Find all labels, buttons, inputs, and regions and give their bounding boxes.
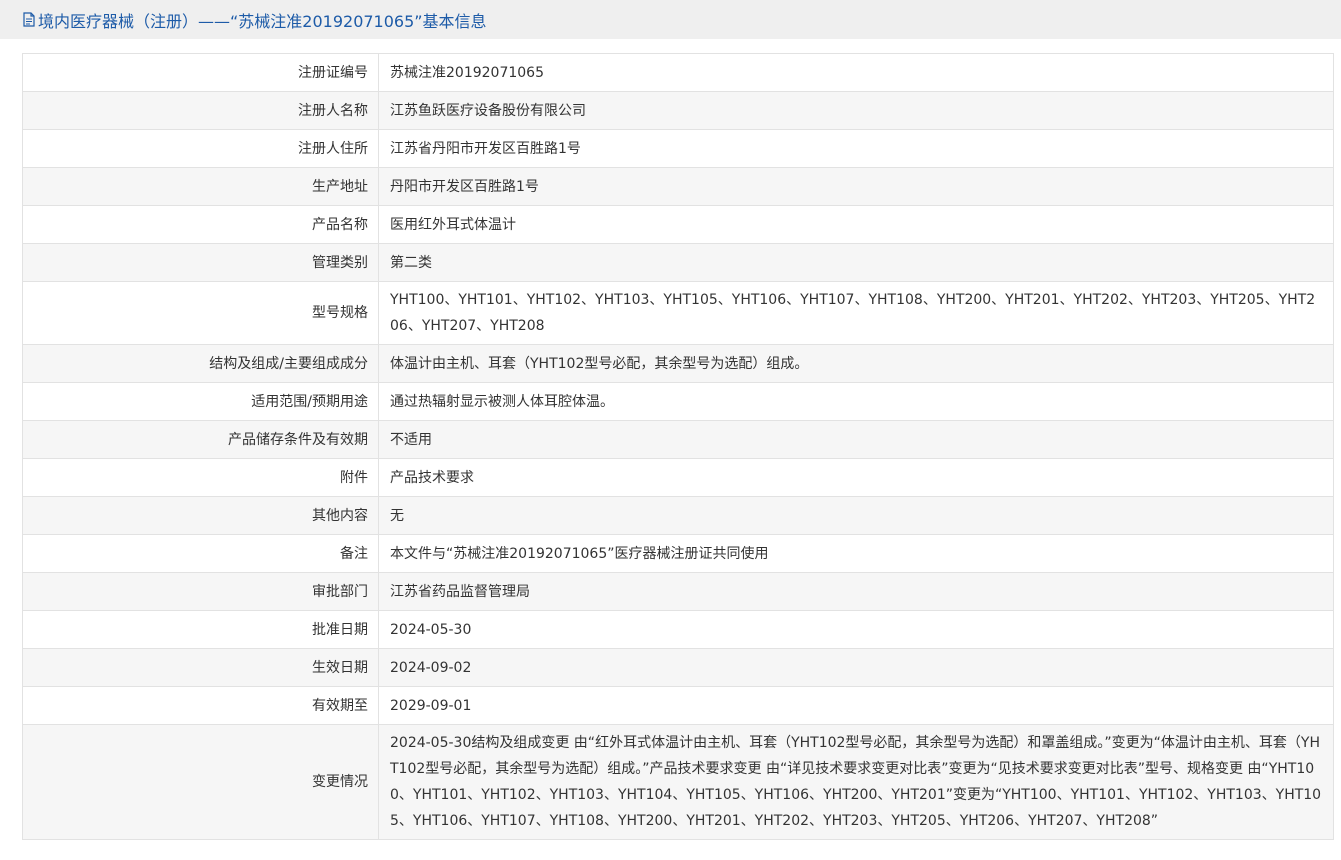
- row-label: 附件: [22, 458, 379, 497]
- row-value: 2029-09-01: [378, 686, 1334, 725]
- row-label: 管理类别: [22, 243, 379, 282]
- page-title: 境内医疗器械（注册）——“苏械注准20192071065”基本信息: [22, 8, 487, 32]
- table-row: 适用范围/预期用途 通过热辐射显示被测人体耳腔体温。: [22, 382, 1334, 421]
- row-value: 产品技术要求: [378, 458, 1334, 497]
- row-label: 生效日期: [22, 648, 379, 687]
- table-row: 有效期至 2029-09-01: [22, 686, 1334, 725]
- row-label: 备注: [22, 534, 379, 573]
- content-area: 注册证编号 苏械注准20192071065 注册人名称 江苏鱼跃医疗设备股份有限…: [0, 39, 1341, 840]
- page-header: 境内医疗器械（注册）——“苏械注准20192071065”基本信息: [0, 0, 1341, 39]
- table-row: 生效日期 2024-09-02: [22, 648, 1334, 687]
- row-value: 2024-05-30结构及组成变更 由“红外耳式体温计由主机、耳套（YHT102…: [378, 724, 1334, 840]
- row-label: 产品名称: [22, 205, 379, 244]
- table-row: 注册人名称 江苏鱼跃医疗设备股份有限公司: [22, 91, 1334, 130]
- table-row: 变更情况 2024-05-30结构及组成变更 由“红外耳式体温计由主机、耳套（Y…: [22, 724, 1334, 840]
- row-label: 结构及组成/主要组成成分: [22, 344, 379, 383]
- row-value: 第二类: [378, 243, 1334, 282]
- table-row: 型号规格 YHT100、YHT101、YHT102、YHT103、YHT105、…: [22, 281, 1334, 345]
- row-value: 江苏省丹阳市开发区百胜路1号: [378, 129, 1334, 168]
- row-label: 注册证编号: [22, 53, 379, 92]
- page-title-text: 境内医疗器械（注册）——“苏械注准20192071065”基本信息: [38, 11, 487, 31]
- table-row: 批准日期 2024-05-30: [22, 610, 1334, 649]
- row-value: 江苏鱼跃医疗设备股份有限公司: [378, 91, 1334, 130]
- row-value: 2024-05-30: [378, 610, 1334, 649]
- table-row: 附件 产品技术要求: [22, 458, 1334, 497]
- row-label: 有效期至: [22, 686, 379, 725]
- row-label: 批准日期: [22, 610, 379, 649]
- row-value: 苏械注准20192071065: [378, 53, 1334, 92]
- row-value: 丹阳市开发区百胜路1号: [378, 167, 1334, 206]
- row-label: 注册人名称: [22, 91, 379, 130]
- row-value: 体温计由主机、耳套（YHT102型号必配，其余型号为选配）组成。: [378, 344, 1334, 383]
- table-row: 管理类别 第二类: [22, 243, 1334, 282]
- row-value: YHT100、YHT101、YHT102、YHT103、YHT105、YHT10…: [378, 281, 1334, 345]
- row-value: 不适用: [378, 420, 1334, 459]
- table-row: 备注 本文件与“苏械注准20192071065”医疗器械注册证共同使用: [22, 534, 1334, 573]
- table-row: 产品储存条件及有效期 不适用: [22, 420, 1334, 459]
- row-value: 本文件与“苏械注准20192071065”医疗器械注册证共同使用: [378, 534, 1334, 573]
- row-label: 变更情况: [22, 724, 379, 840]
- info-table: 注册证编号 苏械注准20192071065 注册人名称 江苏鱼跃医疗设备股份有限…: [22, 53, 1334, 840]
- row-label: 适用范围/预期用途: [22, 382, 379, 421]
- row-label: 型号规格: [22, 281, 379, 345]
- row-label: 审批部门: [22, 572, 379, 611]
- table-row: 其他内容 无: [22, 496, 1334, 535]
- table-row: 审批部门 江苏省药品监督管理局: [22, 572, 1334, 611]
- table-row: 产品名称 医用红外耳式体温计: [22, 205, 1334, 244]
- row-value: 2024-09-02: [378, 648, 1334, 687]
- row-value: 医用红外耳式体温计: [378, 205, 1334, 244]
- row-label: 产品储存条件及有效期: [22, 420, 379, 459]
- document-icon: [22, 12, 36, 27]
- table-row: 注册人住所 江苏省丹阳市开发区百胜路1号: [22, 129, 1334, 168]
- row-label: 其他内容: [22, 496, 379, 535]
- row-label: 注册人住所: [22, 129, 379, 168]
- row-label: 生产地址: [22, 167, 379, 206]
- row-value: 通过热辐射显示被测人体耳腔体温。: [378, 382, 1334, 421]
- table-row: 注册证编号 苏械注准20192071065: [22, 53, 1334, 92]
- table-row: 生产地址 丹阳市开发区百胜路1号: [22, 167, 1334, 206]
- table-row: 结构及组成/主要组成成分 体温计由主机、耳套（YHT102型号必配，其余型号为选…: [22, 344, 1334, 383]
- row-value: 江苏省药品监督管理局: [378, 572, 1334, 611]
- row-value: 无: [378, 496, 1334, 535]
